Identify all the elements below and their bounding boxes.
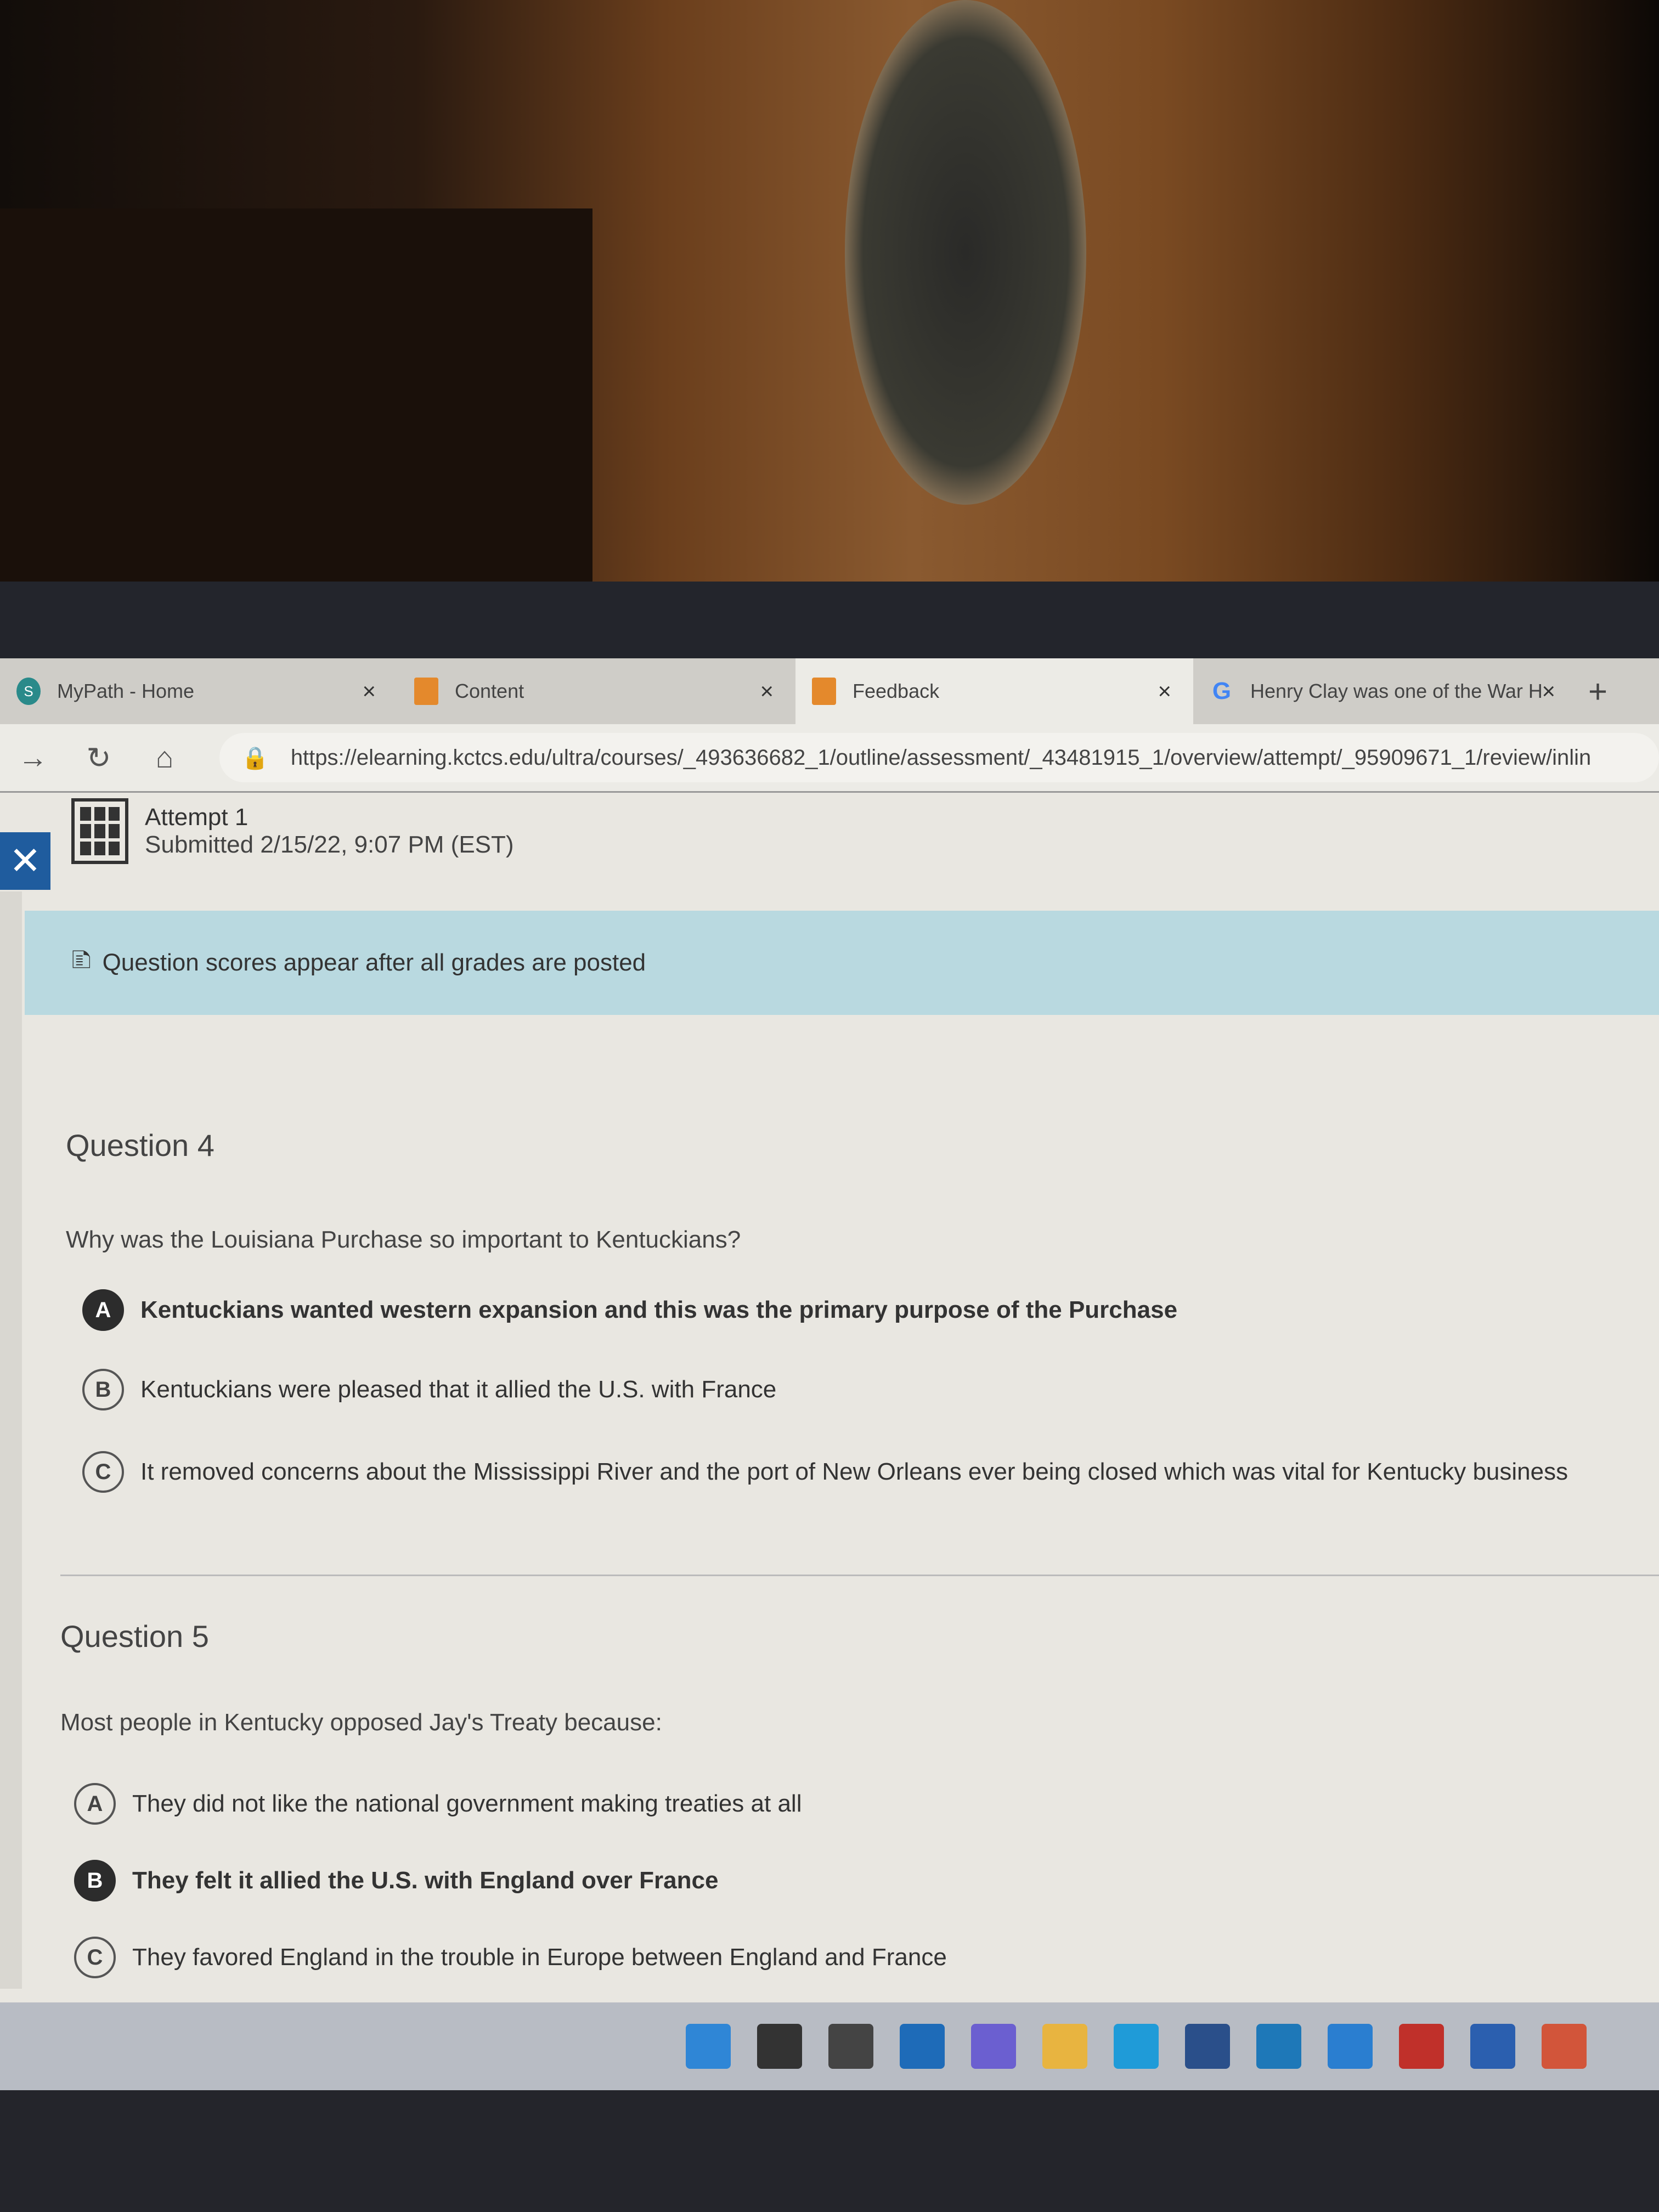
address-bar-row: → ↻ ⌂ 🔒 https://elearning.kctcs.edu/ultr…	[0, 724, 1659, 793]
home-icon[interactable]: ⌂	[132, 741, 198, 775]
close-tab-icon[interactable]: ×	[1158, 678, 1171, 704]
close-tab-icon[interactable]: ×	[1542, 678, 1555, 704]
q4-option-b[interactable]: B Kentuckians were pleased that it allied…	[82, 1369, 776, 1410]
sidebar-edge	[0, 891, 22, 1989]
powerpoint-icon[interactable]	[1542, 2024, 1587, 2069]
tab-label: Henry Clay was one of the War H	[1250, 680, 1543, 702]
q5-option-a[interactable]: A They did not like the national governme…	[74, 1783, 802, 1825]
lock-icon: 🔒	[241, 746, 269, 770]
option-text: They favored England in the trouble in E…	[132, 1944, 947, 1971]
close-tab-icon[interactable]: ×	[760, 678, 774, 704]
url-text: https://elearning.kctcs.edu/ultra/course…	[290, 745, 1592, 770]
option-badge: B	[74, 1860, 116, 1901]
forward-icon[interactable]: →	[0, 741, 66, 775]
info-banner: 🗈 Question scores appear after all grade…	[25, 911, 1659, 1015]
option-badge: C	[74, 1937, 116, 1978]
q4-option-c[interactable]: C It removed concerns about the Mississip…	[82, 1451, 1568, 1493]
page-content: ✕ Attempt 1 Submitted 2/15/22, 9:07 PM (…	[0, 793, 1659, 2056]
option-text: It removed concerns about the Mississipp…	[140, 1458, 1568, 1485]
google-icon: G	[1212, 678, 1232, 704]
dell-icon[interactable]	[1256, 2024, 1301, 2069]
option-text: They felt it allied the U.S. with Englan…	[132, 1867, 719, 1894]
question-4-title: Question 4	[66, 1128, 215, 1163]
search-icon[interactable]	[757, 2024, 802, 2069]
note-icon: 🗈	[71, 944, 92, 975]
monitor-bezel	[0, 582, 1659, 669]
close-tab-icon[interactable]: ×	[362, 678, 376, 704]
tab-bar: S MyPath - Home × Content × Feedback × G…	[0, 658, 1659, 724]
widgets-icon[interactable]	[900, 2024, 945, 2069]
close-panel-button[interactable]: ✕	[0, 832, 50, 890]
door-window	[845, 0, 1086, 505]
divider	[60, 1575, 1659, 1576]
teams-chat-icon[interactable]	[971, 2024, 1016, 2069]
calculator-icon	[71, 798, 128, 864]
mcafee-icon[interactable]	[1399, 2024, 1444, 2069]
laptop-base	[0, 2090, 1659, 2212]
tab-label: Feedback	[853, 680, 940, 702]
q4-option-a[interactable]: A Kentuckians wanted western expansion an…	[82, 1289, 1177, 1331]
submitted-date: Submitted 2/15/22, 9:07 PM (EST)	[145, 831, 514, 858]
dresser	[0, 208, 592, 614]
windows-start-icon[interactable]	[686, 2024, 731, 2069]
background-photo	[0, 0, 1659, 658]
task-view-icon[interactable]	[828, 2024, 873, 2069]
attempt-header: Attempt 1 Submitted 2/15/22, 9:07 PM (ES…	[71, 798, 514, 864]
tab-content[interactable]: Content ×	[398, 658, 795, 724]
attempt-title: Attempt 1	[145, 804, 249, 831]
microsoft-store-icon[interactable]	[1185, 2024, 1230, 2069]
option-text: Kentuckians were pleased that it allied …	[140, 1376, 777, 1403]
file-explorer-icon[interactable]	[1042, 2024, 1087, 2069]
option-badge: A	[74, 1783, 116, 1825]
new-tab-button[interactable]: +	[1588, 673, 1607, 710]
tab-label: MyPath - Home	[57, 680, 195, 702]
option-badge: A	[82, 1289, 124, 1331]
question-4-text: Why was the Louisiana Purchase so import…	[66, 1226, 741, 1253]
tab-google-search[interactable]: G Henry Clay was one of the War H ×	[1193, 658, 1577, 724]
blackboard-icon	[414, 678, 438, 705]
url-input[interactable]: 🔒 https://elearning.kctcs.edu/ultra/cour…	[219, 733, 1659, 782]
question-5-text: Most people in Kentucky opposed Jay's Tr…	[60, 1709, 662, 1736]
edge-icon[interactable]	[1114, 2024, 1159, 2069]
option-badge: B	[82, 1369, 124, 1410]
option-text: Kentuckians wanted western expansion and…	[140, 1296, 1178, 1323]
tab-feedback[interactable]: Feedback ×	[795, 658, 1193, 724]
question-5-title: Question 5	[60, 1619, 209, 1654]
q5-option-b[interactable]: B They felt it allied the U.S. with Engla…	[74, 1860, 718, 1901]
q5-option-c[interactable]: C They favored England in the trouble in …	[74, 1937, 947, 1978]
word-icon[interactable]	[1470, 2024, 1515, 2069]
tab-label: Content	[455, 680, 524, 702]
sharepoint-icon: S	[16, 678, 41, 705]
banner-text: Question scores appear after all grades …	[102, 949, 646, 976]
browser-window: S MyPath - Home × Content × Feedback × G…	[0, 658, 1659, 2056]
refresh-icon[interactable]: ↻	[66, 741, 132, 775]
blackboard-icon	[812, 678, 836, 705]
alexa-icon[interactable]	[1328, 2024, 1373, 2069]
option-badge: C	[82, 1451, 124, 1493]
windows-taskbar	[0, 2002, 1659, 2090]
tab-mypath-home[interactable]: S MyPath - Home ×	[0, 658, 398, 724]
option-text: They did not like the national governmen…	[132, 1790, 802, 1817]
